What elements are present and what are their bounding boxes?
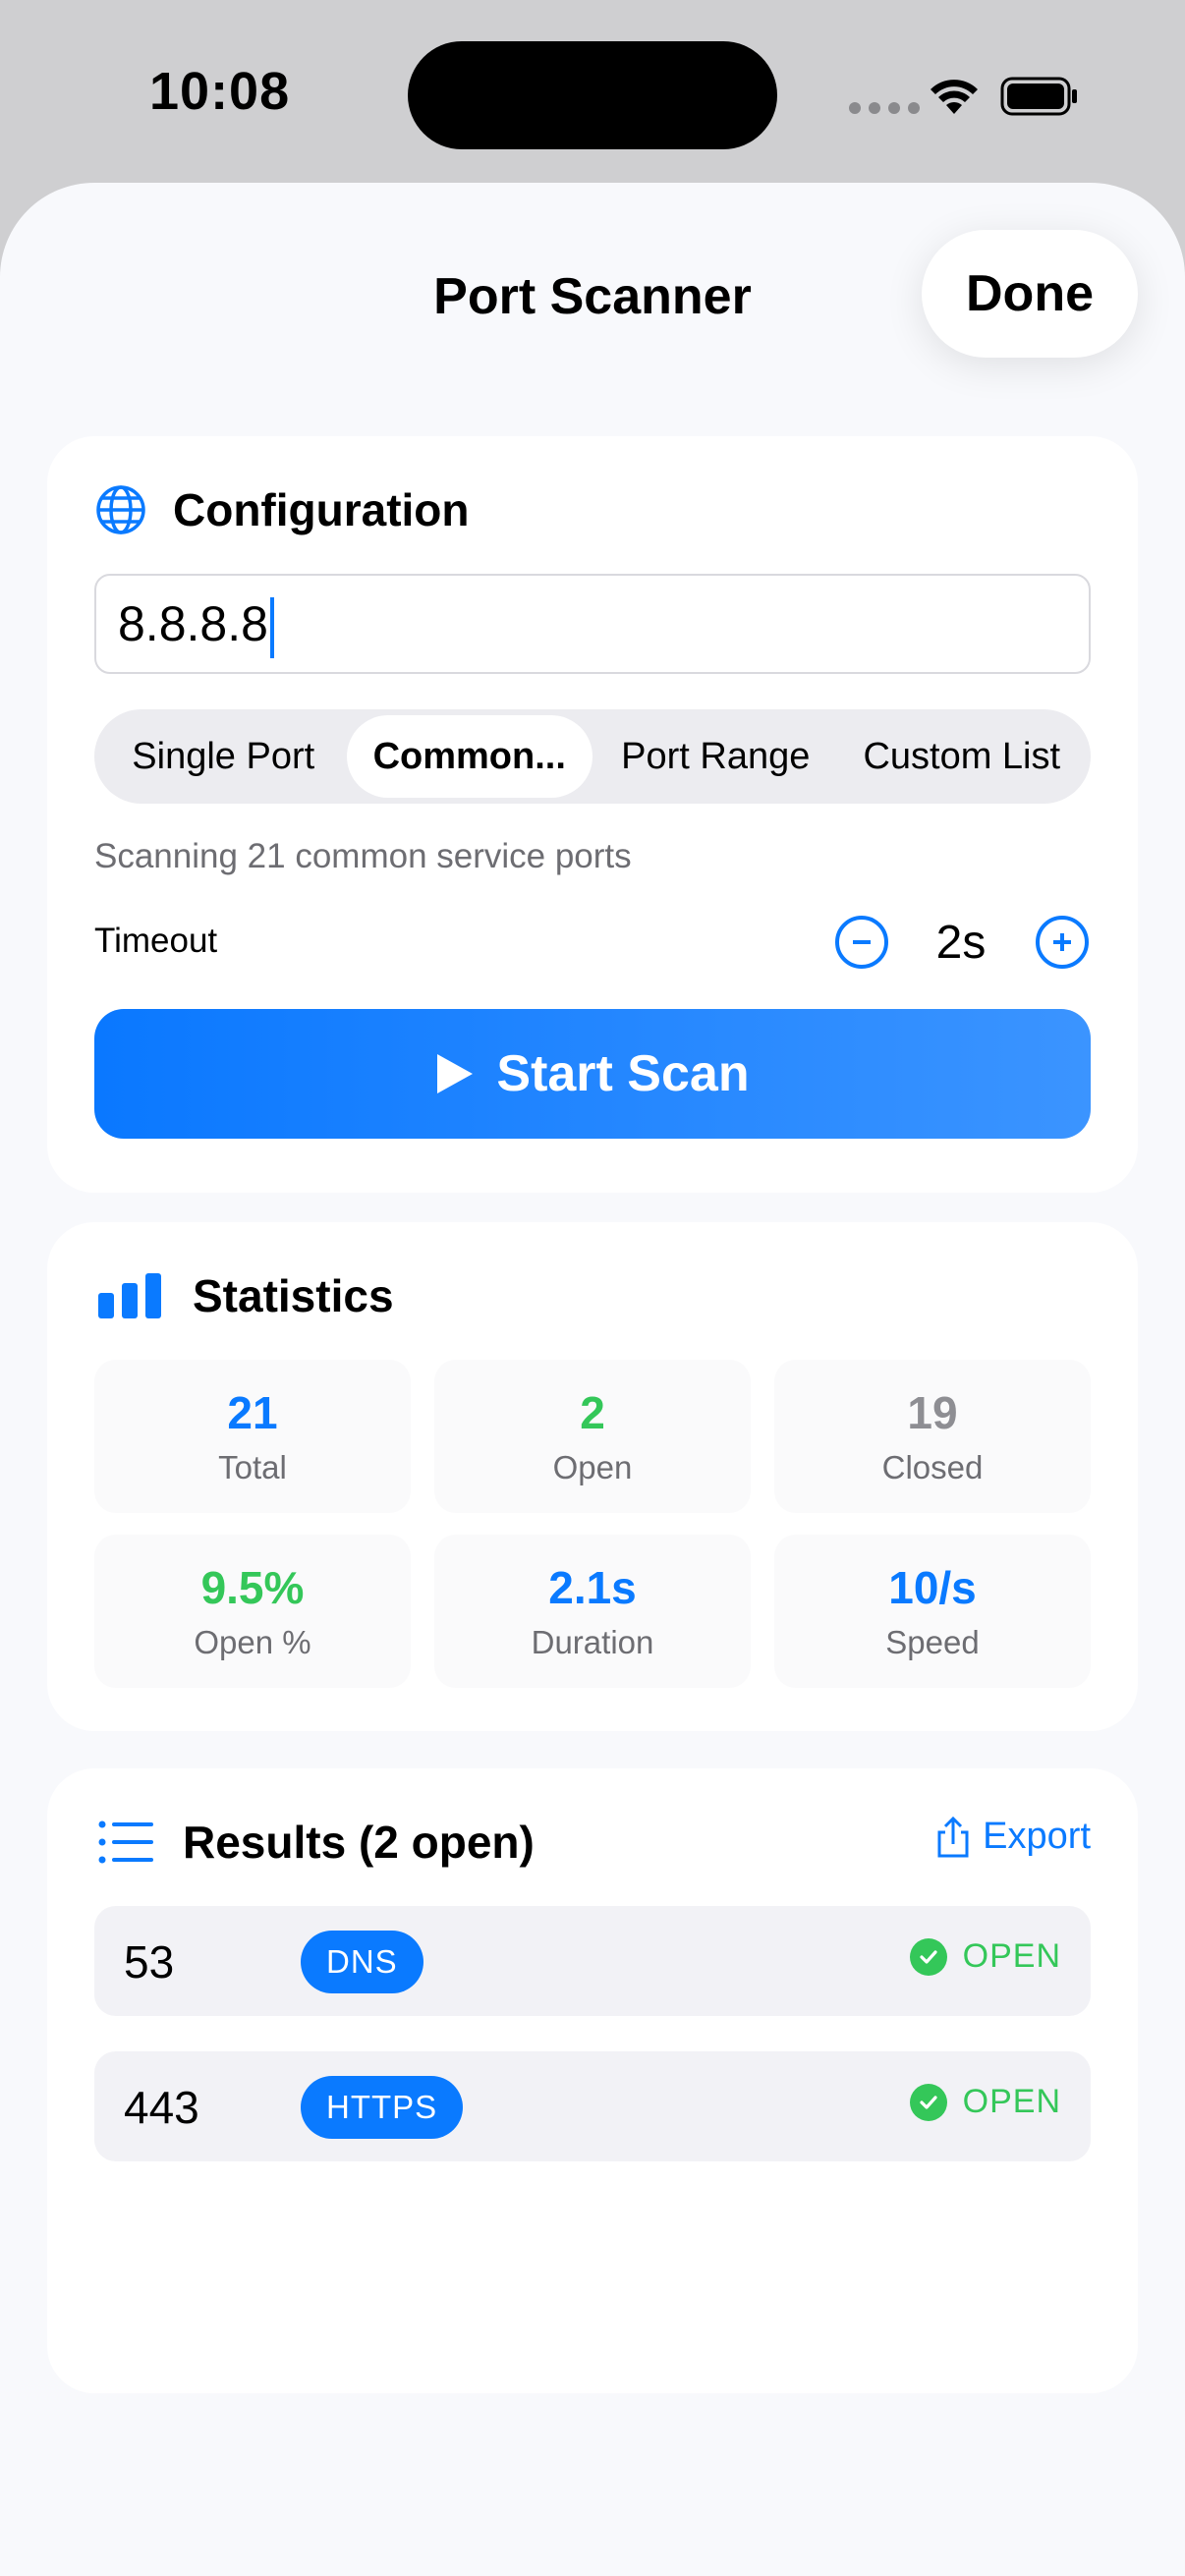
- results-title: Results (2 open): [183, 1817, 535, 1868]
- stat-duration: 2.1s Duration: [434, 1535, 751, 1688]
- stat-label: Speed: [885, 1624, 980, 1660]
- start-scan-label: Start Scan: [496, 1045, 750, 1102]
- statistics-grid: 21 Total 2 Open 19 Closed 9.5% Open % 2.…: [94, 1360, 1091, 1688]
- minus-icon: [853, 940, 871, 944]
- configuration-card: Configuration 8.8.8.8 Single Port Common…: [47, 436, 1138, 1193]
- service-badge: DNS: [301, 1931, 423, 1993]
- plus-icon: [1053, 933, 1071, 951]
- stat-total: 21 Total: [94, 1360, 411, 1513]
- checkmark-circle-icon: [909, 2083, 947, 2121]
- configuration-title: Configuration: [173, 484, 470, 535]
- dynamic-island: [408, 41, 777, 149]
- export-label: Export: [983, 1816, 1091, 1857]
- status-label: OPEN: [962, 2083, 1061, 2120]
- status-label: OPEN: [962, 1937, 1061, 1975]
- mode-custom-list[interactable]: Custom List: [839, 715, 1086, 798]
- results-card: Results (2 open) Export 53 DNS OPEN 443 …: [47, 1768, 1138, 2393]
- stat-speed: 10/s Speed: [774, 1535, 1091, 1688]
- stat-label: Open: [552, 1449, 633, 1485]
- stat-value: 2.1s: [548, 1562, 637, 1613]
- battery-icon: [1000, 77, 1077, 116]
- result-row[interactable]: 443 HTTPS OPEN: [94, 2051, 1091, 2161]
- list-icon: [98, 1820, 153, 1864]
- statistics-card: Statistics 21 Total 2 Open 19 Closed 9.5…: [47, 1222, 1138, 1731]
- port-scanner-sheet: Port Scanner Done Configuration 8.8.8.8 …: [0, 183, 1185, 2576]
- export-button[interactable]: Export: [935, 1816, 1091, 1858]
- stat-label: Duration: [531, 1624, 654, 1660]
- timeout-decrement-button[interactable]: [835, 916, 888, 969]
- stat-label: Total: [218, 1449, 287, 1485]
- wifi-icon: [931, 80, 978, 114]
- done-button[interactable]: Done: [922, 230, 1138, 358]
- stat-value: 19: [907, 1387, 958, 1438]
- share-icon: [937, 1816, 969, 1857]
- mode-single-port[interactable]: Single Port: [100, 715, 347, 798]
- stat-value: 2: [580, 1387, 605, 1438]
- host-input[interactable]: 8.8.8.8: [94, 574, 1091, 674]
- status-time: 10:08: [149, 62, 291, 121]
- result-row[interactable]: 53 DNS OPEN: [94, 1906, 1091, 2016]
- status-open: OPEN: [909, 1937, 1061, 1976]
- stat-label: Open %: [194, 1624, 311, 1660]
- stat-open-percent: 9.5% Open %: [94, 1535, 411, 1688]
- stat-value: 21: [227, 1387, 278, 1438]
- globe-icon: [96, 485, 145, 534]
- timeout-increment-button[interactable]: [1036, 916, 1089, 969]
- start-scan-button[interactable]: Start Scan: [94, 1009, 1091, 1139]
- timeout-label: Timeout: [94, 922, 218, 960]
- cellular-signal-icon: [849, 102, 920, 114]
- timeout-value: 2s: [935, 917, 987, 969]
- stat-value: 10/s: [888, 1562, 977, 1613]
- play-icon: [437, 1054, 474, 1093]
- stat-value: 9.5%: [200, 1562, 305, 1613]
- statistics-title: Statistics: [193, 1270, 394, 1321]
- port-number: 53: [124, 1936, 175, 1988]
- text-caret: [269, 596, 274, 658]
- stat-closed: 19 Closed: [774, 1360, 1091, 1513]
- port-number: 443: [124, 2082, 199, 2133]
- mode-port-range[interactable]: Port Range: [592, 715, 839, 798]
- stat-label: Closed: [881, 1449, 984, 1485]
- checkmark-circle-icon: [909, 1937, 947, 1976]
- mode-common[interactable]: Common...: [346, 715, 592, 798]
- service-badge: HTTPS: [301, 2076, 464, 2139]
- status-open: OPEN: [909, 2083, 1061, 2121]
- status-bar: 10:08: [0, 0, 1185, 187]
- scan-mode-segmented-control: Single Port Common... Port Range Custom …: [94, 709, 1091, 804]
- stat-open: 2 Open: [434, 1360, 751, 1513]
- bar-chart-icon: [98, 1273, 161, 1318]
- host-value: 8.8.8.8: [118, 596, 268, 651]
- scan-description: Scanning 21 common service ports: [94, 837, 632, 875]
